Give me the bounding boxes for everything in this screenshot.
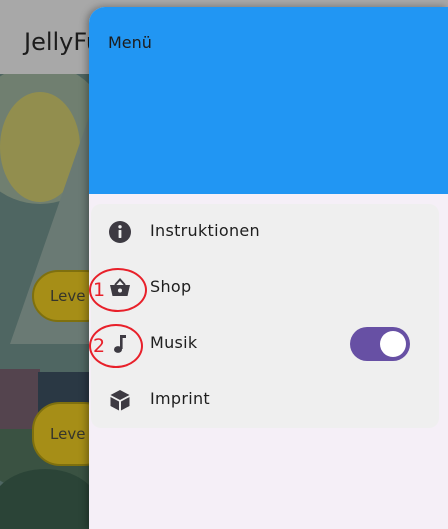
music-toggle[interactable] — [350, 327, 410, 361]
menu-card: Instruktionen Shop Musik Imprint — [91, 204, 439, 428]
drawer-header: Menü — [89, 7, 448, 194]
menu-item-label: Shop — [150, 277, 192, 296]
menu-item-label: Musik — [150, 333, 198, 352]
annotation-circle — [89, 268, 147, 312]
navigation-drawer: Menü Instruktionen Shop Musik Imprint — [89, 7, 448, 529]
cube-icon — [108, 388, 132, 412]
menu-item-instruktionen[interactable]: Instruktionen — [91, 204, 439, 260]
annotation-circle — [89, 324, 143, 368]
toggle-knob — [380, 331, 406, 357]
drawer-header-title: Menü — [108, 33, 152, 52]
menu-item-label: Instruktionen — [150, 221, 260, 240]
menu-item-label: Imprint — [150, 389, 210, 408]
menu-item-imprint[interactable]: Imprint — [91, 372, 439, 428]
info-icon — [108, 220, 132, 244]
menu-item-musik[interactable]: Musik — [91, 316, 439, 372]
